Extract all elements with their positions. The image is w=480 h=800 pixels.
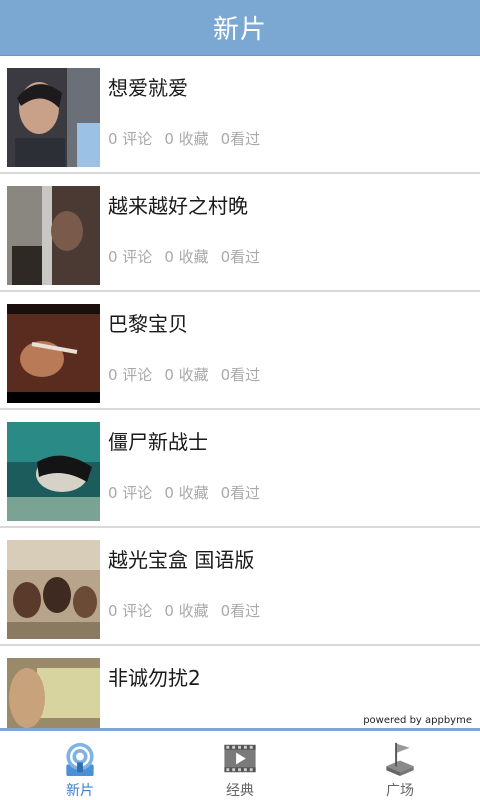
favorite-count: 0 收藏 <box>164 366 209 384</box>
movie-stats: 0 评论 0 收藏 0看过 <box>108 128 272 149</box>
movie-stats: 0 评论 0 收藏 0看过 <box>108 482 272 503</box>
favorite-count: 0 收藏 <box>164 248 209 266</box>
watched-count: 0看过 <box>220 602 261 620</box>
tab-label: 经典 <box>226 783 254 799</box>
movie-stats: 0 评论 0 收藏 0看过 <box>108 246 272 267</box>
movie-thumbnail[interactable] <box>7 68 100 167</box>
powered-by-label: powered by appbyme <box>361 713 474 729</box>
watched-count: 0看过 <box>220 484 261 502</box>
list-item[interactable]: 僵尸新战士 0 评论 0 收藏 0看过 <box>0 410 480 528</box>
movie-title[interactable]: 想爱就爱 <box>108 72 188 101</box>
movie-title[interactable]: 越来越好之村晚 <box>108 190 248 219</box>
page-title: 新片 <box>212 15 267 45</box>
movie-title[interactable]: 僵尸新战士 <box>108 426 208 455</box>
tab-square[interactable]: 广场 <box>320 731 480 800</box>
movie-title[interactable]: 越光宝盒 国语版 <box>108 544 254 573</box>
tab-label: 广场 <box>386 783 414 799</box>
comment-count: 0 评论 <box>108 602 153 620</box>
radar-icon <box>66 742 94 777</box>
tab-classic[interactable]: 经典 <box>160 731 320 800</box>
comment-count: 0 评论 <box>108 130 153 148</box>
movie-list[interactable]: 想爱就爱 0 评论 0 收藏 0看过 越来越好之村晚 0 评论 0 收藏 0看过 <box>0 56 480 728</box>
movie-stats: 0 评论 0 收藏 0看过 <box>108 600 272 621</box>
flag-map-icon <box>386 742 414 777</box>
movie-thumbnail[interactable] <box>7 540 100 639</box>
watched-count: 0看过 <box>220 130 261 148</box>
movie-thumbnail[interactable] <box>7 186 100 285</box>
list-item[interactable]: 越光宝盒 国语版 0 评论 0 收藏 0看过 <box>0 528 480 646</box>
bottom-tab-bar: 新片 经典 广场 <box>0 728 480 800</box>
movie-thumbnail[interactable] <box>7 304 100 403</box>
tab-label: 新片 <box>66 783 94 799</box>
watched-count: 0看过 <box>220 248 261 266</box>
movie-title[interactable]: 巴黎宝贝 <box>108 308 188 337</box>
comment-count: 0 评论 <box>108 366 153 384</box>
favorite-count: 0 收藏 <box>164 602 209 620</box>
list-item[interactable]: 巴黎宝贝 0 评论 0 收藏 0看过 <box>0 292 480 410</box>
favorite-count: 0 收藏 <box>164 484 209 502</box>
tab-new-movies[interactable]: 新片 <box>0 731 160 800</box>
header-bar: 新片 <box>0 0 480 56</box>
movie-title[interactable]: 非诚勿扰2 <box>108 662 201 691</box>
comment-count: 0 评论 <box>108 484 153 502</box>
movie-thumbnail[interactable] <box>7 422 100 521</box>
film-play-icon <box>224 744 256 773</box>
watched-count: 0看过 <box>220 366 261 384</box>
movie-thumbnail[interactable] <box>7 658 100 728</box>
movie-stats: 0 评论 0 收藏 0看过 <box>108 364 272 385</box>
comment-count: 0 评论 <box>108 248 153 266</box>
favorite-count: 0 收藏 <box>164 130 209 148</box>
list-item[interactable]: 越来越好之村晚 0 评论 0 收藏 0看过 <box>0 174 480 292</box>
list-item[interactable]: 想爱就爱 0 评论 0 收藏 0看过 <box>0 56 480 174</box>
